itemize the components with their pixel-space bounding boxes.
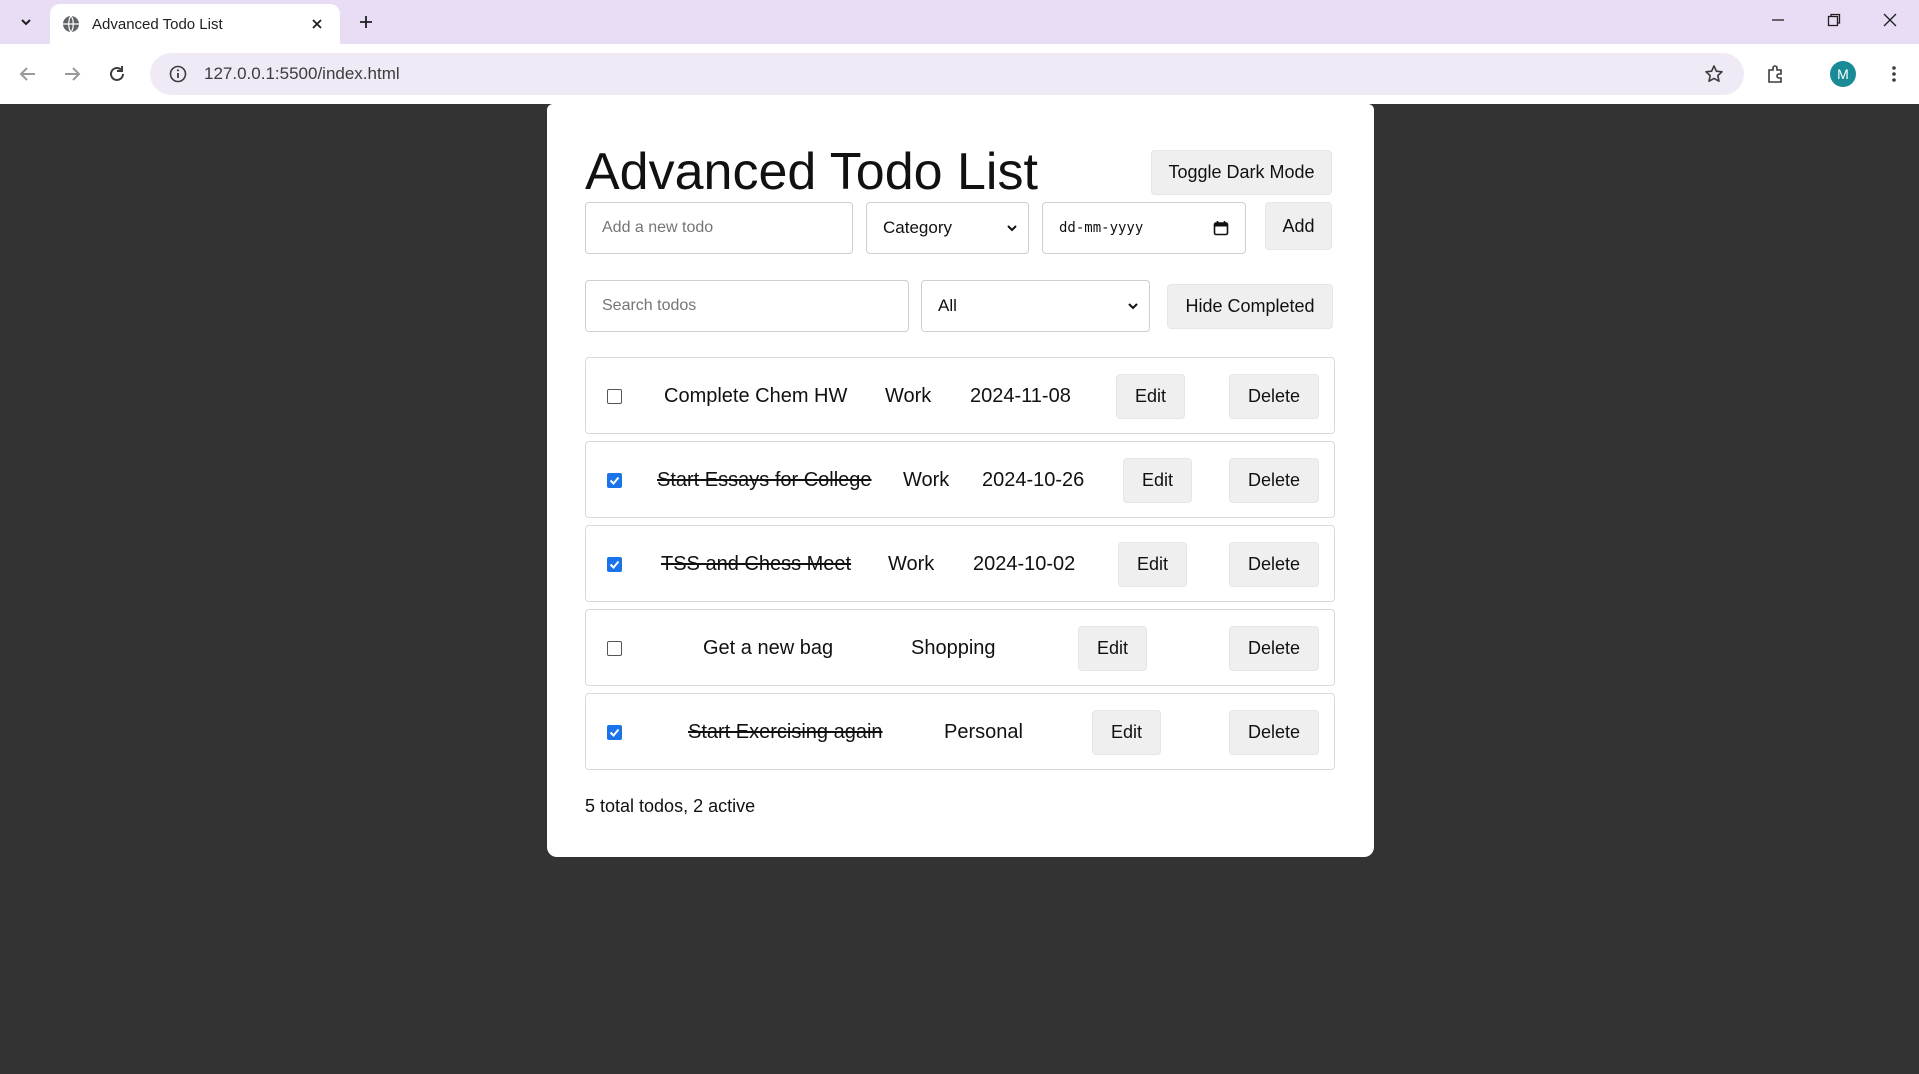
due-date-input[interactable]: dd-mm-yyyy (1042, 202, 1246, 254)
delete-button[interactable]: Delete (1229, 374, 1319, 419)
browser-menu-button[interactable] (1880, 60, 1908, 88)
due-date-placeholder: dd-mm-yyyy (1059, 220, 1144, 236)
todo-stats: 5 total todos, 2 active (585, 796, 756, 816)
tab-search-button[interactable] (12, 8, 40, 36)
todo-date: 2024-10-26 (982, 469, 1085, 491)
delete-button[interactable]: Delete (1229, 542, 1319, 587)
todo-checkbox[interactable] (607, 473, 622, 488)
category-select[interactable]: Category (866, 202, 1029, 254)
todo-checkbox[interactable] (607, 725, 622, 740)
puzzle-icon (1768, 65, 1782, 83)
new-tab-button[interactable] (352, 8, 380, 36)
new-todo-input[interactable]: Add a new todo (585, 202, 853, 254)
todo-text: Complete Chem HW (664, 385, 848, 407)
forward-button[interactable] (58, 60, 86, 88)
minimize-button[interactable] (1750, 0, 1806, 40)
todo-date: 2024-11-08 (970, 385, 1071, 407)
browser-tab[interactable]: Advanced Todo List (50, 4, 340, 44)
restore-icon (1827, 13, 1841, 27)
todo-item: Complete Chem HW Work 2024-11-08 Edit De… (585, 357, 1335, 434)
site-info-button[interactable] (164, 60, 192, 88)
arrow-right-icon (65, 67, 81, 81)
browser-tabstrip: Advanced Todo List (0, 0, 1919, 44)
bookmark-button[interactable] (1700, 60, 1728, 88)
todo-checkbox[interactable] (607, 389, 622, 404)
close-window-button[interactable] (1862, 0, 1918, 40)
todo-date: 2024-10-02 (973, 553, 1076, 575)
star-icon (1705, 65, 1723, 82)
todo-category: Shopping (911, 637, 996, 659)
toggle-dark-mode-button[interactable]: Toggle Dark Mode (1151, 150, 1332, 195)
calendar-icon (1213, 221, 1229, 236)
todo-checkbox[interactable] (607, 557, 622, 572)
todo-app-card: Advanced Todo List Toggle Dark Mode Add … (547, 104, 1374, 857)
arrow-left-icon (19, 67, 35, 81)
minimize-icon (1772, 19, 1784, 21)
edit-button[interactable]: Edit (1118, 542, 1187, 587)
add-button[interactable]: Add (1265, 202, 1332, 250)
todo-text: Start Essays for College (657, 469, 872, 491)
reload-icon (110, 66, 124, 81)
tab-title: Advanced Todo List (92, 15, 223, 33)
page-title: Advanced Todo List (585, 143, 1038, 201)
chevron-down-icon (1007, 225, 1017, 232)
globe-icon (63, 15, 79, 33)
back-button[interactable] (14, 60, 42, 88)
check-icon (609, 560, 620, 569)
check-icon (609, 476, 620, 485)
browser-toolbar: 127.0.0.1:5500/index.html M (0, 44, 1919, 104)
edit-button[interactable]: Edit (1123, 458, 1192, 503)
delete-button[interactable]: Delete (1229, 710, 1319, 755)
todo-text: Start Exercising again (688, 721, 883, 743)
todo-text: TSS and Chess Meet (661, 553, 852, 575)
reload-button[interactable] (103, 60, 131, 88)
info-icon (169, 65, 187, 83)
todo-category: Work (885, 385, 932, 407)
todo-item: TSS and Chess Meet Work 2024-10-02 Edit … (585, 525, 1335, 602)
todo-category: Personal (944, 721, 1023, 743)
address-bar[interactable]: 127.0.0.1:5500/index.html (150, 53, 1744, 95)
category-select-value: Category (883, 218, 952, 237)
tab-close-button[interactable] (306, 13, 328, 35)
restore-button[interactable] (1806, 0, 1862, 40)
edit-button[interactable]: Edit (1116, 374, 1185, 419)
todo-checkbox[interactable] (607, 641, 622, 656)
hide-completed-button[interactable]: Hide Completed (1167, 284, 1333, 329)
todo-text: Get a new bag (703, 637, 834, 659)
delete-button[interactable]: Delete (1229, 458, 1319, 503)
more-vertical-icon (1892, 66, 1896, 82)
chevron-down-icon (1128, 303, 1138, 310)
filter-select-value: All (938, 296, 957, 315)
todo-category: Work (888, 553, 935, 575)
filter-select[interactable]: All (921, 280, 1150, 332)
edit-button[interactable]: Edit (1092, 710, 1161, 755)
todo-item: Get a new bag Shopping Edit Delete (585, 609, 1335, 686)
edit-button[interactable]: Edit (1078, 626, 1147, 671)
check-icon (609, 728, 620, 737)
plus-icon (360, 16, 372, 28)
profile-avatar[interactable]: M (1830, 61, 1856, 87)
close-icon (1883, 13, 1897, 27)
extensions-button[interactable] (1762, 60, 1790, 88)
search-input[interactable]: Search todos (585, 280, 909, 332)
chevron-down-icon (21, 19, 31, 26)
todo-category: Work (903, 469, 950, 491)
delete-button[interactable]: Delete (1229, 626, 1319, 671)
url-text: 127.0.0.1:5500/index.html (204, 64, 400, 83)
todo-item: Start Essays for College Work 2024-10-26… (585, 441, 1335, 518)
todo-item: Start Exercising again Personal Edit Del… (585, 693, 1335, 770)
close-icon (312, 19, 322, 29)
